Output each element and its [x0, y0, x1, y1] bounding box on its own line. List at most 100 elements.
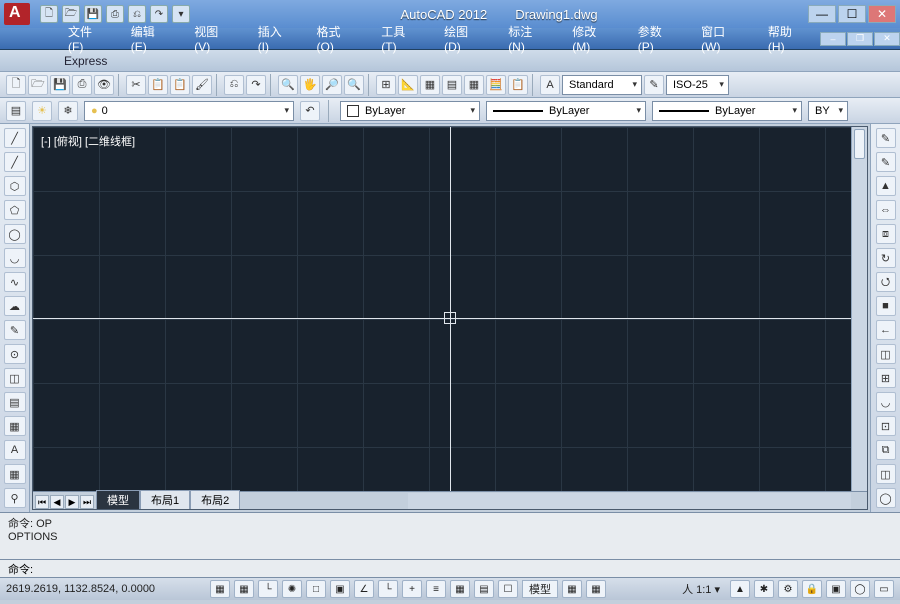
mod-rotate[interactable]: ⭯ [876, 272, 896, 292]
tab-nav-first[interactable]: ⏮ [35, 495, 49, 509]
sb-3dosnap[interactable]: ▣ [330, 580, 350, 598]
mod-move[interactable]: ↻ [876, 248, 896, 268]
menu-parametric[interactable]: 参数(P) [626, 20, 689, 57]
tb-props[interactable]: ⊞ [376, 75, 396, 95]
close-button[interactable]: ✕ [868, 5, 896, 23]
menu-insert[interactable]: 插入(I) [246, 20, 305, 57]
tb-calc[interactable]: 🧮 [486, 75, 506, 95]
mod-mirror[interactable]: ▲ [876, 176, 896, 196]
sb-qvdwg[interactable]: ▦ [586, 580, 606, 598]
sb-ws[interactable]: ⚙ [778, 580, 798, 598]
dimstyle-dropdown[interactable]: ISO-25 [666, 75, 729, 95]
menu-draw[interactable]: 绘图(D) [432, 20, 496, 57]
tb-new[interactable]: 🗋 [6, 75, 26, 95]
draw-region[interactable]: ⚲ [4, 488, 26, 508]
mod-array[interactable]: ⧈ [876, 224, 896, 244]
color-dropdown[interactable]: ByLayer [340, 101, 480, 121]
draw-polygon[interactable]: ⬠ [4, 200, 26, 220]
tb-pan[interactable]: 🔍 [278, 75, 298, 95]
tb-markup[interactable]: ▦ [464, 75, 484, 95]
tab-nav-last[interactable]: ⏭ [80, 495, 94, 509]
tb-tp[interactable]: ▦ [420, 75, 440, 95]
tb-paste2[interactable]: 📋 [508, 75, 528, 95]
dimstyle-icon[interactable]: ✎ [644, 75, 664, 95]
sb-snap[interactable]: ▦ [210, 580, 230, 598]
draw-insert[interactable]: ◫ [4, 368, 26, 388]
layer-freeze-icon[interactable]: ❄ [58, 101, 78, 121]
draw-arc[interactable]: ◡ [4, 248, 26, 268]
viewport-label[interactable]: [-] [俯视] [二维线框] [41, 133, 135, 149]
menu-dimension[interactable]: 标注(N) [496, 20, 560, 57]
layer-dropdown[interactable]: ● 0 [84, 101, 294, 121]
draw-ellipsearc[interactable]: ⊙ [4, 344, 26, 364]
sb-sc[interactable]: ☐ [498, 580, 518, 598]
tb-zoom-win[interactable]: 🔎 [322, 75, 342, 95]
command-input-row[interactable]: 命令: [0, 560, 900, 578]
sb-annovis[interactable]: ✱ [754, 580, 774, 598]
tb-zoom-prev[interactable]: 🔍 [344, 75, 364, 95]
sb-ortho[interactable]: └ [258, 580, 278, 598]
menu-modify[interactable]: 修改(M) [560, 20, 625, 57]
tab-nav-next[interactable]: ▶ [65, 495, 79, 509]
sb-grid[interactable]: ▦ [234, 580, 254, 598]
layer-prev-button[interactable]: ↶ [300, 101, 320, 121]
draw-xline[interactable]: ╱ [4, 152, 26, 172]
plotstyle-dropdown[interactable]: BY [808, 101, 848, 121]
sb-osnap[interactable]: □ [306, 580, 326, 598]
layer-state-icon[interactable]: ☀ [32, 101, 52, 121]
app-menu-button[interactable] [4, 3, 30, 25]
sb-iso[interactable]: ◯ [850, 580, 870, 598]
sb-annoscale[interactable]: ▲ [730, 580, 750, 598]
draw-block[interactable]: ▤ [4, 392, 26, 412]
tb-save[interactable]: 💾 [50, 75, 70, 95]
sb-polar[interactable]: ✺ [282, 580, 302, 598]
mod-explode[interactable]: ◯ [876, 488, 896, 508]
sb-clean[interactable]: ▭ [874, 580, 894, 598]
tb-matchprop[interactable]: 🖌 [192, 75, 212, 95]
drawing-area[interactable]: [-] [俯视] [二维线框] ⏮ ◀ ▶ ⏭ 模型 布局1 布局2 [32, 126, 868, 510]
menu-tools[interactable]: 工具(T) [369, 20, 432, 57]
tb-open[interactable]: 🗁 [28, 75, 48, 95]
draw-ellipse[interactable]: ✎ [4, 320, 26, 340]
scrollbar-vertical[interactable] [851, 127, 867, 491]
draw-gradient[interactable]: ▦ [4, 464, 26, 484]
sb-qview[interactable]: ▦ [562, 580, 582, 598]
draw-spline[interactable]: ∿ [4, 272, 26, 292]
tab-layout2[interactable]: 布局2 [190, 490, 240, 509]
mod-stretch[interactable]: ← [876, 320, 896, 340]
mod-erase[interactable]: ✎ [876, 128, 896, 148]
mod-chamfer[interactable]: ⧉ [876, 440, 896, 460]
sb-qp[interactable]: ▤ [474, 580, 494, 598]
tb-zoom-rt[interactable]: 🖐 [300, 75, 320, 95]
tb-dc[interactable]: 📐 [398, 75, 418, 95]
layer-props-button[interactable]: ▤ [6, 101, 26, 121]
tab-model[interactable]: 模型 [96, 490, 140, 509]
sb-tpy[interactable]: ▦ [450, 580, 470, 598]
menu-format[interactable]: 格式(O) [305, 20, 370, 57]
tb-cut[interactable]: ✂ [126, 75, 146, 95]
sb-lock[interactable]: 🔒 [802, 580, 822, 598]
draw-line[interactable]: ╱ [4, 128, 26, 148]
sb-model[interactable]: 模型 [522, 580, 558, 598]
textstyle-icon[interactable]: A [540, 75, 560, 95]
tab-layout1[interactable]: 布局1 [140, 490, 190, 509]
tb-preview[interactable]: 👁 [94, 75, 114, 95]
draw-circle[interactable]: ◯ [4, 224, 26, 244]
mod-trim[interactable]: ◫ [876, 344, 896, 364]
mdi-restore[interactable]: ❐ [847, 32, 873, 46]
textstyle-dropdown[interactable]: Standard [562, 75, 642, 95]
tb-copy[interactable]: 📋 [148, 75, 168, 95]
lineweight-dropdown[interactable]: ByLayer [652, 101, 802, 121]
menu-window[interactable]: 窗口(W) [689, 20, 756, 57]
mod-break[interactable]: ◡ [876, 392, 896, 412]
maximize-button[interactable]: ☐ [838, 5, 866, 23]
scrollbar-horizontal[interactable] [408, 493, 851, 509]
mod-offset[interactable]: ⇔ [876, 200, 896, 220]
mod-copy[interactable]: ✎ [876, 152, 896, 172]
mod-fillet[interactable]: ◫ [876, 464, 896, 484]
menu-view[interactable]: 视图(V) [182, 20, 245, 57]
draw-point[interactable]: ▦ [4, 416, 26, 436]
mdi-close[interactable]: ✕ [874, 32, 900, 46]
sb-dyn[interactable]: + [402, 580, 422, 598]
express-menu[interactable]: Express [56, 52, 115, 70]
